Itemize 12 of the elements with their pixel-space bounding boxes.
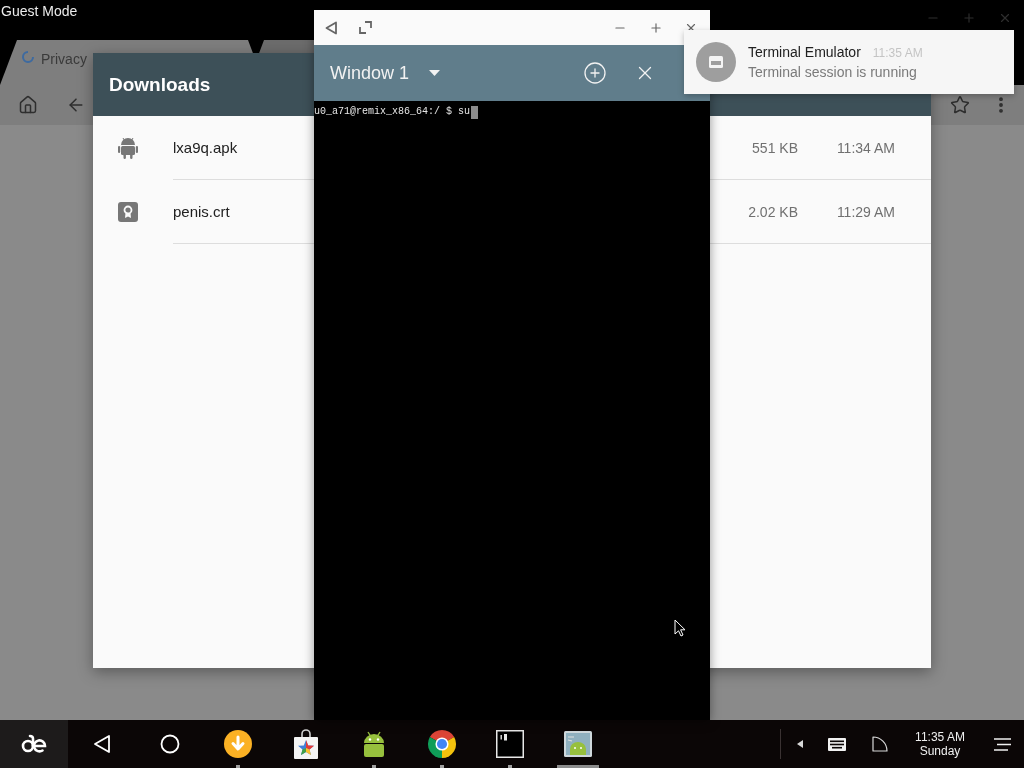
file-size: 551 KB	[752, 139, 798, 156]
file-time: 11:34 AM	[835, 139, 895, 156]
clock-time: 11:35 AM	[915, 730, 965, 744]
tab-title: Privacy	[41, 51, 87, 67]
dialog-title: Downloads	[109, 73, 211, 96]
file-size: 2.02 KB	[748, 203, 798, 220]
file-time: 11:29 AM	[835, 203, 895, 220]
terminal-line: u0_a71@remix_x86_64:/ $ su	[314, 105, 471, 119]
notification-title: Terminal Emulator	[748, 44, 861, 60]
clock-day: Sunday	[919, 744, 961, 758]
notification-text: Terminal session is running	[748, 64, 918, 80]
window-title: Guest Mode	[1, 3, 78, 19]
